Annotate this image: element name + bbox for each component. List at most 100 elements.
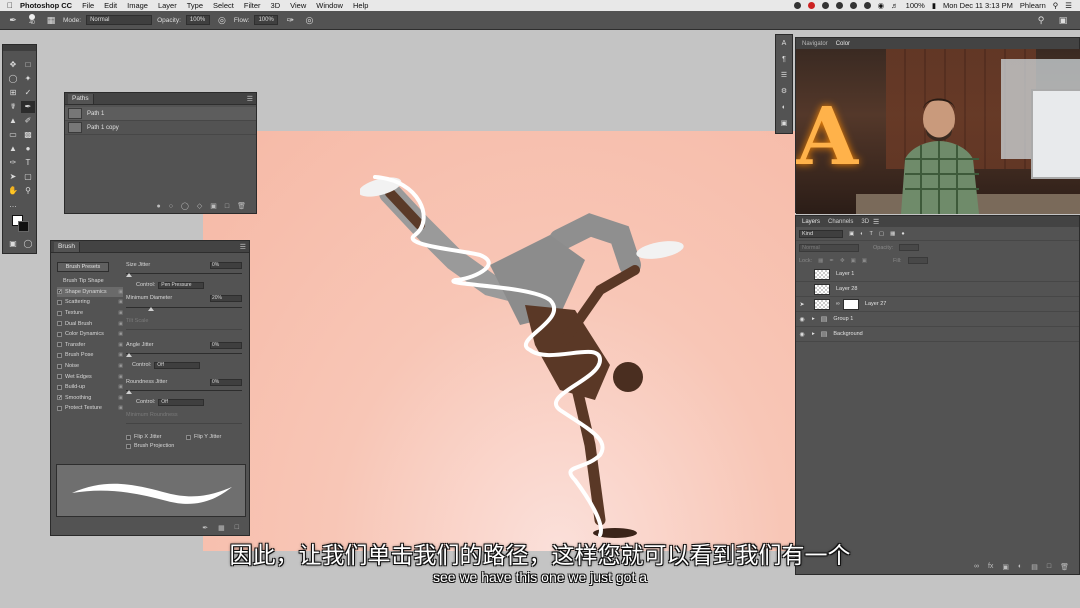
min-diameter-knob[interactable] — [148, 307, 154, 311]
eye-icon[interactable]: ◉ — [796, 331, 808, 338]
size-jitter-slider[interactable] — [126, 273, 242, 274]
shape-tool-icon[interactable]: ▢ — [21, 171, 35, 183]
lock-icon[interactable]: ▣ — [118, 299, 123, 305]
lock-pixels-icon[interactable]: ✒ — [829, 258, 834, 264]
filter-smart-object-icon[interactable]: ▦ — [890, 231, 895, 237]
dropbox-icon[interactable] — [821, 2, 829, 9]
flip-x-jitter[interactable]: Flip X Jitter — [126, 434, 162, 440]
expand-arrow-icon[interactable]: ▸ — [812, 316, 815, 322]
lock-icon[interactable]: ▣ — [118, 331, 123, 337]
brush-option-texture[interactable]: Texture ▣ — [57, 308, 123, 319]
app-name-menu[interactable]: Photoshop CC — [20, 1, 72, 10]
brush-option-noise[interactable]: Noise ▣ — [57, 361, 123, 372]
stroke-path-icon[interactable]: ○ — [169, 203, 173, 210]
lock-artboard-icon[interactable]: ▣ — [851, 258, 856, 264]
delete-path-icon[interactable]: 🗑 — [237, 202, 246, 210]
lock-all-icon[interactable]: ▣ — [862, 258, 867, 264]
wifi-icon[interactable]: ◉ — [878, 1, 885, 10]
user-name[interactable]: Phlearn — [1020, 1, 1046, 10]
checkbox[interactable]: ✓ — [57, 395, 62, 401]
menu-type[interactable]: Type — [187, 1, 203, 10]
layer-row-layer-28[interactable]: Layer 28 — [796, 282, 1079, 297]
layer-row-group-1[interactable]: ◉ ▸ ▤ Group 1 — [796, 312, 1079, 327]
checkbox[interactable] — [57, 310, 62, 316]
layers-panel-header[interactable]: Layers Channels 3D ☰ — [796, 216, 1079, 227]
checkbox[interactable] — [57, 331, 62, 337]
time-machine-icon[interactable] — [849, 2, 857, 9]
panel-menu-icon[interactable]: ☰ — [240, 243, 246, 251]
workspace-icon[interactable]: ▣ — [1056, 14, 1070, 26]
checkbox[interactable] — [57, 405, 62, 411]
checkbox[interactable] — [57, 342, 62, 348]
lock-icon[interactable]: ▣ — [118, 310, 123, 316]
checkbox[interactable] — [126, 434, 131, 440]
brush-option-build-up[interactable]: Build-up ▣ — [57, 382, 123, 393]
brush-option-shape-dynamics[interactable]: ✓ Shape Dynamics ▣ — [57, 286, 123, 298]
pressure-size-icon[interactable]: ◎ — [302, 14, 316, 26]
angle-jitter-value[interactable]: 0% — [210, 342, 242, 349]
opacity-field[interactable] — [899, 244, 920, 251]
flip-y-jitter[interactable]: Flip Y Jitter — [186, 434, 221, 440]
document-canvas[interactable] — [203, 131, 795, 551]
layer-row-layer-1[interactable]: Layer 1 — [796, 267, 1079, 282]
brush-option-brush-pose[interactable]: Brush Pose ▣ — [57, 350, 123, 361]
menu-layer[interactable]: Layer — [158, 1, 177, 10]
lock-transparency-icon[interactable]: ▦ — [818, 258, 823, 264]
new-path-icon[interactable]: □ — [225, 203, 229, 210]
clock[interactable]: Mon Dec 11 3:13 PM — [943, 1, 1013, 10]
pen-tool-icon[interactable]: ✑ — [6, 157, 20, 169]
lasso-tool-icon[interactable]: ◯ — [6, 73, 20, 85]
adjustments-panel-icon[interactable]: ◐ — [776, 101, 792, 115]
layer-row-layer-27[interactable]: ➤ ∞ Layer 27 — [796, 297, 1079, 312]
marquee-tool-icon[interactable]: □ — [21, 59, 35, 71]
checkbox[interactable] — [126, 443, 131, 449]
brush-option-wet-edges[interactable]: Wet Edges ▣ — [57, 371, 123, 382]
layer-mask-thumbnail[interactable] — [842, 298, 859, 310]
checkbox[interactable]: ✓ — [57, 289, 62, 295]
angle-jitter-slider[interactable] — [126, 353, 242, 354]
roundness-jitter-knob[interactable] — [126, 390, 132, 394]
eraser-tool-icon[interactable]: ▭ — [6, 129, 20, 141]
crop-tool-icon[interactable]: ⊞ — [6, 87, 20, 99]
path-selection-tool-icon[interactable]: ➤ — [6, 171, 20, 183]
search-icon[interactable]: ⚲ — [1034, 14, 1048, 26]
grid-icon[interactable]: ▦ — [218, 524, 225, 532]
brush-size-picker[interactable]: 40 — [25, 14, 39, 26]
tab-channels[interactable]: Channels — [824, 219, 857, 225]
notification-center-icon[interactable]: ☰ — [1065, 1, 1072, 10]
brush-tool-preset-icon[interactable]: ✒ — [6, 14, 20, 26]
libraries-panel-icon[interactable]: ▣ — [776, 117, 792, 131]
brush-panel-toggle-icon[interactable]: ▦ — [44, 14, 58, 26]
spotlight-icon[interactable]: ⚲ — [1053, 1, 1059, 10]
hand-tool-icon[interactable]: ✋ — [6, 185, 20, 197]
move-tool-icon[interactable]: ✥ — [6, 59, 20, 71]
tools-panel-header[interactable] — [3, 45, 36, 51]
roundness-jitter-slider[interactable] — [126, 390, 242, 391]
checkbox[interactable] — [57, 299, 62, 305]
lock-icon[interactable]: ▣ — [118, 384, 123, 390]
toggle-live-tip-icon[interactable]: ✒ — [202, 524, 208, 532]
filter-shape-icon[interactable]: ▢ — [879, 231, 884, 237]
brush-option-protect-texture[interactable]: Protect Texture ▣ — [57, 403, 123, 414]
lock-icon[interactable]: ▣ — [118, 395, 123, 401]
blend-mode-select[interactable]: Normal — [799, 243, 859, 252]
menu-image[interactable]: Image — [127, 1, 148, 10]
healing-brush-tool-icon[interactable]: ☤ — [6, 101, 20, 113]
pressure-opacity-icon[interactable]: ◎ — [215, 14, 229, 26]
tab-paths[interactable]: Paths — [68, 93, 94, 104]
battery-icon[interactable]: ▮ — [932, 1, 936, 10]
menu-file[interactable]: File — [82, 1, 94, 10]
checkbox[interactable] — [57, 321, 62, 327]
fill-field[interactable] — [907, 257, 928, 264]
dodge-tool-icon[interactable]: ● — [21, 143, 35, 155]
mode-select[interactable]: Normal — [86, 15, 153, 25]
panel-menu-icon[interactable]: ☰ — [873, 218, 879, 226]
brush-option-dual-brush[interactable]: Dual Brush ▣ — [57, 318, 123, 329]
checkbox[interactable] — [57, 352, 62, 358]
tab-color[interactable]: Color — [832, 41, 854, 47]
lock-icon[interactable]: ▣ — [118, 321, 123, 327]
eye-icon[interactable]: ◉ — [796, 316, 808, 323]
path-row-path-1-copy[interactable]: Path 1 copy — [65, 121, 256, 135]
menu-3d[interactable]: 3D — [271, 1, 281, 10]
filter-type-icon[interactable]: T — [870, 231, 873, 237]
